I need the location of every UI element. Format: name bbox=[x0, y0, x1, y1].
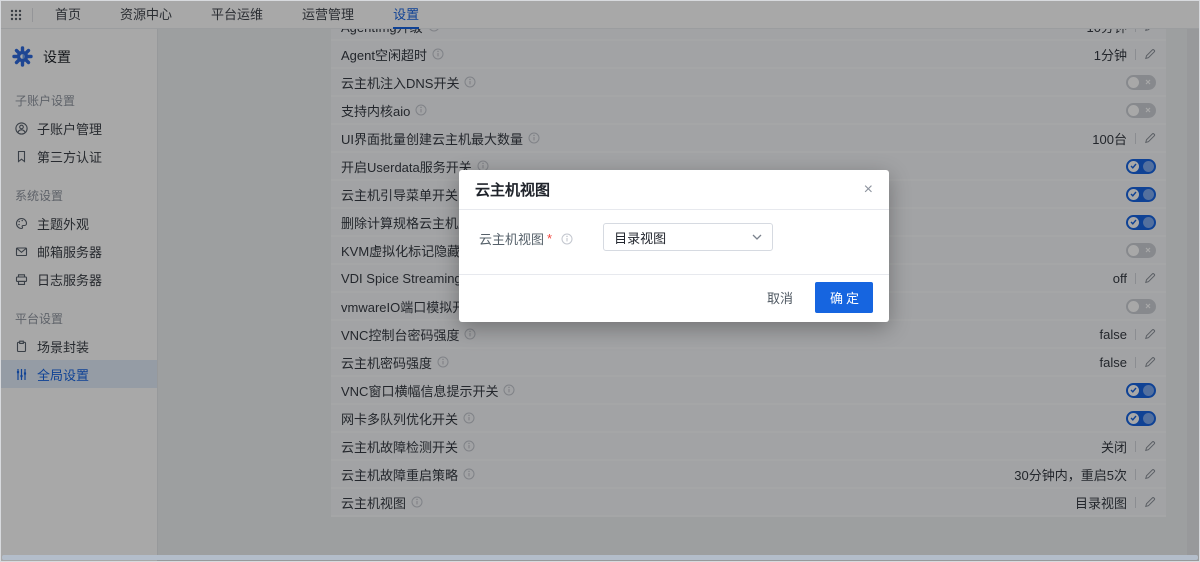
info-icon bbox=[561, 233, 573, 245]
required-mark: * bbox=[547, 231, 552, 246]
chevron-down-icon bbox=[752, 234, 762, 240]
dialog-body: 云主机视图 * 目录视图 bbox=[459, 210, 889, 274]
field-label: 云主机视图 * bbox=[479, 229, 573, 248]
close-icon[interactable]: × bbox=[864, 182, 873, 198]
horizontal-scrollbar[interactable] bbox=[2, 555, 1198, 560]
view-select-value: 目录视图 bbox=[614, 228, 666, 247]
dialog-footer: 取消 确定 bbox=[459, 274, 889, 322]
cancel-button[interactable]: 取消 bbox=[767, 288, 793, 307]
app-window: 首页资源中心平台运维运营管理设置 设置 子账户设置子账户管理第 bbox=[0, 0, 1200, 562]
dialog-title: 云主机视图 bbox=[475, 179, 550, 200]
cloud-host-view-dialog: 云主机视图 × 云主机视图 * 目录视图 bbox=[459, 170, 889, 322]
field-label-text: 云主机视图 bbox=[479, 229, 544, 248]
view-select[interactable]: 目录视图 bbox=[603, 223, 773, 251]
confirm-button[interactable]: 确定 bbox=[815, 282, 873, 313]
dialog-header: 云主机视图 × bbox=[459, 170, 889, 210]
